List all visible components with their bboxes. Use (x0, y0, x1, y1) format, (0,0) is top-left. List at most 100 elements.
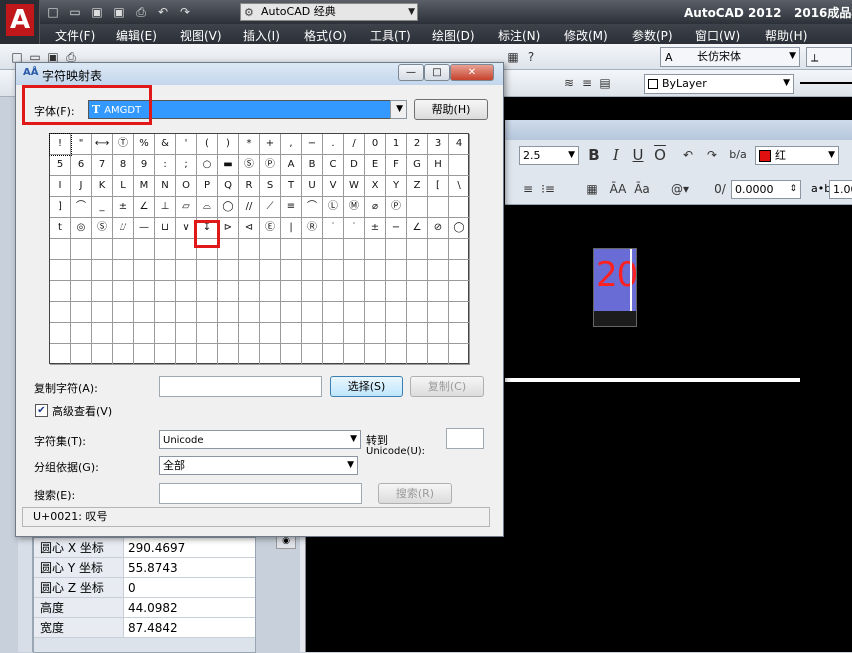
menu-format[interactable]: 格式(O) (304, 27, 347, 44)
char-cell[interactable]: Ⓢ (92, 218, 113, 239)
char-cell[interactable] (134, 260, 155, 281)
char-cell[interactable]: ' (176, 134, 197, 155)
char-cell[interactable]: 7 (92, 155, 113, 176)
char-cell[interactable] (155, 239, 176, 260)
char-cell[interactable]: | (281, 218, 302, 239)
char-cell[interactable]: ⌰ (113, 218, 134, 239)
char-cell[interactable]: A (281, 155, 302, 176)
char-cell[interactable] (113, 281, 134, 302)
char-cell[interactable] (134, 344, 155, 365)
char-cell[interactable] (281, 281, 302, 302)
minimize-button[interactable]: — (398, 64, 424, 81)
char-cell[interactable] (134, 239, 155, 260)
char-cell[interactable] (71, 323, 92, 344)
print-icon[interactable]: ⎙ (132, 4, 150, 20)
workspace-dropdown[interactable]: ⚙ AutoCAD 经典 ▼ (240, 3, 418, 21)
menu-help[interactable]: 帮助(H) (765, 27, 807, 44)
char-cell[interactable]: ( (197, 134, 218, 155)
char-cell[interactable]: ≡ (281, 197, 302, 218)
char-cell[interactable] (386, 344, 407, 365)
char-cell[interactable] (197, 323, 218, 344)
char-cell[interactable] (281, 323, 302, 344)
char-cell[interactable] (134, 323, 155, 344)
char-cell[interactable]: [ (428, 176, 449, 197)
char-cell[interactable]: Ⓣ (113, 134, 134, 155)
char-cell[interactable]: Ⓟ (386, 197, 407, 218)
char-cell[interactable]: % (134, 134, 155, 155)
char-cell[interactable] (134, 302, 155, 323)
char-cell[interactable]: ▱ (176, 197, 197, 218)
calculator-icon[interactable]: ▦ (504, 48, 522, 66)
lowercase-icon[interactable]: Āa (633, 180, 651, 198)
char-cell[interactable] (239, 302, 260, 323)
goto-unicode-input[interactable] (446, 428, 484, 449)
char-cell[interactable] (155, 260, 176, 281)
char-cell[interactable] (218, 344, 239, 365)
char-cell[interactable]: F (386, 155, 407, 176)
underline-icon[interactable]: U (629, 146, 647, 164)
char-cell[interactable]: ◯ (449, 218, 470, 239)
char-cell[interactable]: ∠ (407, 218, 428, 239)
char-cell[interactable] (50, 281, 71, 302)
char-cell[interactable] (449, 344, 470, 365)
property-row[interactable]: 圆心 Y 坐标 55.8743 (34, 558, 255, 578)
char-cell[interactable]: W (344, 176, 365, 197)
char-cell[interactable] (386, 239, 407, 260)
character-grid[interactable]: ! " ⟷ Ⓣ% & '() * +, −./0 1 2 3 4 5 6 7 8 9:; ○ ▬ Ⓢ Ⓟ A B C D E F G H I… (49, 133, 470, 365)
char-cell[interactable] (323, 260, 344, 281)
menu-window[interactable]: 窗口(W) (695, 27, 740, 44)
char-cell[interactable]: ∠ (134, 197, 155, 218)
char-cell[interactable]: 9 (134, 155, 155, 176)
char-cell[interactable]: 6 (71, 155, 92, 176)
char-cell[interactable]: O (176, 176, 197, 197)
oblique-angle-input[interactable]: 0.0000 ⇕ (731, 180, 801, 199)
property-row[interactable]: 圆心 Z 坐标 0 (34, 578, 255, 598)
char-cell[interactable]: R (239, 176, 260, 197)
char-cell[interactable] (155, 323, 176, 344)
char-cell[interactable] (428, 302, 449, 323)
char-cell[interactable]: I (50, 176, 71, 197)
char-cell[interactable]: J (71, 176, 92, 197)
char-cell[interactable]: / (344, 134, 365, 155)
open-icon[interactable]: ▭ (66, 4, 84, 20)
copy-chars-input[interactable] (159, 376, 322, 397)
group-by-dropdown[interactable]: 全部 ▼ (159, 456, 358, 475)
char-cell[interactable] (281, 239, 302, 260)
char-cell[interactable] (407, 197, 428, 218)
char-cell[interactable]: B (302, 155, 323, 176)
search-input[interactable] (159, 483, 362, 504)
char-cell[interactable] (365, 239, 386, 260)
char-cell[interactable] (176, 323, 197, 344)
char-cell[interactable] (134, 281, 155, 302)
char-cell[interactable]: C (323, 155, 344, 176)
close-button[interactable]: ✕ (450, 64, 494, 81)
dim-style-dropdown[interactable]: ⟂ (806, 47, 852, 67)
char-cell[interactable] (218, 239, 239, 260)
char-cell[interactable]: + (260, 134, 281, 155)
scroll-button[interactable]: ◉ (276, 535, 296, 549)
char-cell[interactable] (323, 323, 344, 344)
char-cell[interactable] (428, 344, 449, 365)
char-cell[interactable] (155, 281, 176, 302)
numbering-icon[interactable]: ⁝≡ (539, 180, 557, 198)
char-cell[interactable] (365, 344, 386, 365)
char-cell[interactable] (197, 302, 218, 323)
char-cell[interactable] (407, 239, 428, 260)
char-cell[interactable] (281, 302, 302, 323)
char-cell[interactable]: X (365, 176, 386, 197)
char-cell[interactable]: − (302, 134, 323, 155)
color-control-dropdown[interactable]: ByLayer ▼ (644, 74, 794, 94)
char-cell[interactable]: \ (449, 176, 470, 197)
char-cell[interactable]: ⟋ (260, 197, 281, 218)
char-cell[interactable]: ⊳ (218, 218, 239, 239)
spinner-icon[interactable]: ⇕ (789, 181, 797, 198)
char-cell[interactable] (92, 260, 113, 281)
char-cell[interactable] (113, 302, 134, 323)
char-cell[interactable] (92, 302, 113, 323)
char-cell[interactable] (302, 302, 323, 323)
char-cell[interactable] (239, 344, 260, 365)
char-cell[interactable]: H (428, 155, 449, 176)
char-cell[interactable] (344, 323, 365, 344)
char-cell[interactable] (92, 281, 113, 302)
char-cell[interactable] (50, 302, 71, 323)
